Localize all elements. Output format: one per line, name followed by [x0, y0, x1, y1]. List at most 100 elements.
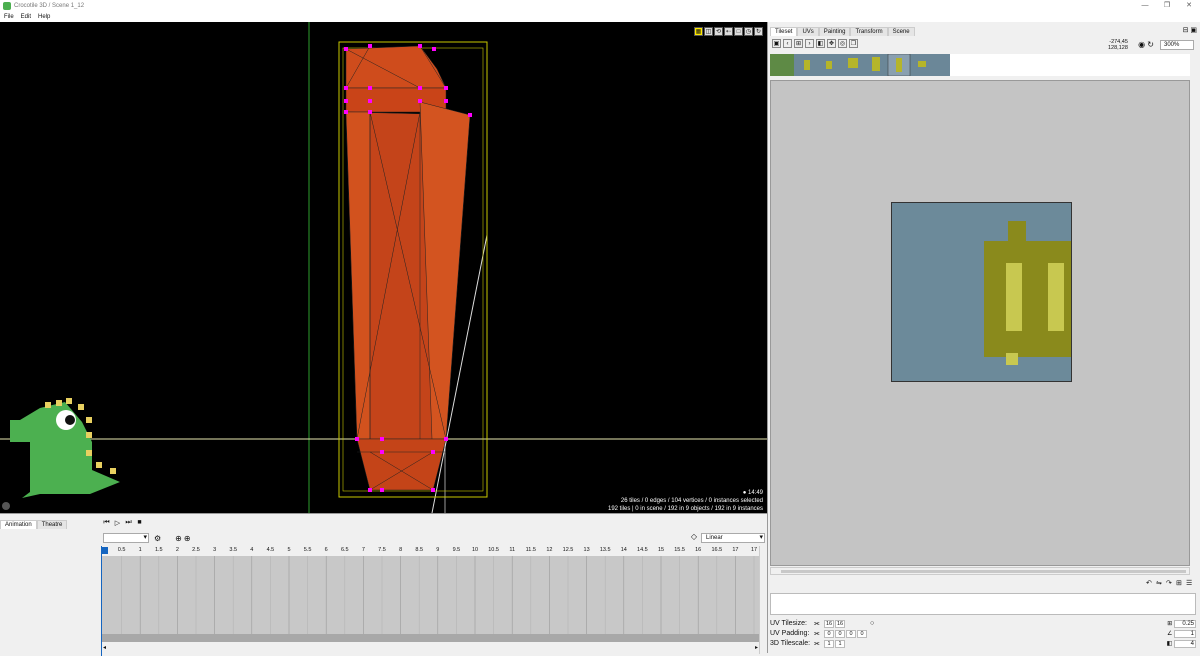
- ruler-tick: 1.5: [154, 547, 163, 553]
- ruler-tick: 12.5: [562, 547, 574, 553]
- minimize-button[interactable]: —: [1134, 0, 1156, 12]
- ruler-tick: 14: [620, 547, 627, 553]
- tile-preview[interactable]: [891, 202, 1072, 382]
- uv-tilesize-x[interactable]: 16: [824, 620, 834, 628]
- menu-help[interactable]: Help: [38, 14, 50, 20]
- play-button[interactable]: ▷: [113, 519, 122, 527]
- grid-icon-small: ⊞: [1167, 621, 1173, 627]
- right-panel: Tileset UVs Painting Transform Scene ⊟ ▣…: [767, 22, 1200, 653]
- ruler-tick: 11.5: [525, 547, 536, 553]
- link-icon[interactable]: ⫘: [814, 639, 824, 649]
- value-0[interactable]: 0.25: [1174, 620, 1196, 628]
- timeline-scrollbar[interactable]: ◂ ▸: [102, 642, 759, 656]
- playhead[interactable]: [102, 547, 108, 554]
- link-icon[interactable]: ⫘: [814, 619, 824, 629]
- ruler-tick: 2.5: [192, 547, 200, 553]
- tab-scene[interactable]: Scene: [887, 27, 915, 36]
- toggle-circle-icon[interactable]: ○: [870, 619, 874, 629]
- uv-padding-2[interactable]: 0: [846, 630, 856, 638]
- clock-icon[interactable]: ◷: [744, 27, 753, 36]
- value-1[interactable]: 1: [1174, 630, 1196, 638]
- tileset-strip[interactable]: [770, 54, 1190, 76]
- tileset-thumbnails[interactable]: [770, 54, 950, 76]
- close-button[interactable]: ✕: [1178, 0, 1200, 12]
- ruler-tick: 15: [657, 547, 665, 553]
- last-frame-button[interactable]: ⏭: [124, 519, 133, 527]
- ruler-tick: 16: [695, 547, 702, 553]
- scroll-left-icon[interactable]: ◂: [103, 644, 106, 651]
- ruler-tick: 10: [471, 547, 479, 553]
- tiles-icon[interactable]: ⊞: [794, 39, 803, 48]
- viewer-hscroll[interactable]: [770, 567, 1190, 575]
- stop-button[interactable]: ■: [135, 519, 144, 527]
- ruler-tick: 6: [324, 547, 328, 553]
- keyframe-remove-icon[interactable]: ⊕: [184, 534, 191, 543]
- image-icon[interactable]: ▣: [772, 39, 781, 48]
- settings-icon[interactable]: ⚙: [154, 534, 161, 543]
- tileset-viewer[interactable]: [770, 80, 1190, 566]
- ruler-tick: 7: [361, 547, 365, 553]
- move-icon[interactable]: ✥: [827, 39, 836, 48]
- scroll-right-icon[interactable]: ▸: [755, 644, 758, 651]
- tilescale-x[interactable]: 1: [824, 640, 834, 648]
- back-icon[interactable]: ⇠: [724, 27, 733, 36]
- keyframe-add-icon[interactable]: ⊕: [175, 534, 182, 543]
- tilescale-y[interactable]: 1: [835, 640, 845, 648]
- refresh-icon[interactable]: ◉ ↻: [1138, 40, 1154, 49]
- target-icon[interactable]: ◎: [838, 39, 847, 48]
- cursor-coords: -274,45 128,128: [1108, 39, 1128, 51]
- tab-animation[interactable]: Animation: [0, 520, 37, 529]
- zoom-select[interactable]: 300%: [1160, 40, 1194, 50]
- add-icon[interactable]: ⊞: [1176, 579, 1184, 587]
- uv-padding-3[interactable]: 0: [857, 630, 867, 638]
- tab-tileset[interactable]: Tileset: [770, 27, 798, 36]
- menu-file[interactable]: File: [4, 14, 14, 20]
- animation-select[interactable]: [103, 533, 149, 543]
- rotate-right-icon[interactable]: ↷: [1166, 579, 1174, 587]
- first-frame-button[interactable]: ⏮: [102, 519, 111, 527]
- tab-transform[interactable]: Transform: [850, 27, 888, 36]
- uv-padding-0[interactable]: 0: [824, 630, 834, 638]
- uv-tilesize-y[interactable]: 16: [835, 620, 845, 628]
- frame-icon[interactable]: ◧: [816, 39, 825, 48]
- rotate-icon[interactable]: ⟲: [714, 27, 723, 36]
- timeline[interactable]: 0.5 1 1.5 2 2.5 3 3.5 4 4.5 5 5.5 6 6.5 7 7.5 8 8.5 9 9.5 1…: [101, 546, 759, 656]
- timeline-vscroll[interactable]: [759, 546, 767, 654]
- ruler-tick: 15.5: [674, 547, 685, 553]
- camera-icon[interactable]: ◫: [704, 27, 713, 36]
- 3d-viewport[interactable]: ▦ ◫ ⟲ ⇠ □ ◷ ↻ ● 14:49 26 tiles / 0 edges…: [0, 22, 767, 513]
- link-icon[interactable]: ⫘: [814, 629, 824, 639]
- uv-padding-label: UV Padding:: [770, 630, 810, 637]
- uv-padding-1[interactable]: 0: [835, 630, 845, 638]
- ruler-tick: 4.5: [266, 547, 275, 553]
- box-icon[interactable]: □: [734, 27, 743, 36]
- uv-tilesize-row: UV Tilesize: ⫘ 16 16 ○: [770, 619, 874, 629]
- list-icon[interactable]: ☰: [1186, 579, 1194, 587]
- ruler-tick: 1: [138, 547, 142, 553]
- scroll-thumb[interactable]: [781, 570, 1186, 573]
- viewer-vscroll[interactable]: [1192, 80, 1200, 566]
- ruler-tick: 4: [250, 547, 254, 553]
- panel-window-buttons[interactable]: ⊟ ▣: [1183, 26, 1197, 34]
- flip-icon[interactable]: ⇋: [1156, 579, 1164, 587]
- grid-icon[interactable]: ▦: [694, 27, 703, 36]
- keyframe-diamond-icon[interactable]: ◇: [691, 532, 697, 541]
- maximize-button[interactable]: ❐: [1156, 0, 1178, 12]
- value-2[interactable]: 4: [1174, 640, 1196, 648]
- scene-canvas[interactable]: [0, 22, 767, 513]
- tab-uvs[interactable]: UVs: [797, 27, 819, 36]
- ruler-tick: 13: [583, 547, 590, 553]
- tab-theatre[interactable]: Theatre: [36, 520, 68, 529]
- timeline-ruler[interactable]: 0.5 1 1.5 2 2.5 3 3.5 4 4.5 5 5.5 6 6.5 7 7.5 8 8.5 9 9.5 1…: [102, 546, 759, 556]
- tile-image: [892, 203, 1071, 381]
- interpolation-select[interactable]: Linear: [701, 533, 765, 543]
- copy-icon[interactable]: ❐: [849, 39, 858, 48]
- sync-icon[interactable]: ↻: [754, 27, 763, 36]
- menu-edit[interactable]: Edit: [21, 14, 31, 20]
- window-controls: — ❐ ✕: [1134, 0, 1200, 12]
- prev-icon[interactable]: ‹: [783, 39, 792, 48]
- next-icon[interactable]: ›: [805, 39, 814, 48]
- tab-painting[interactable]: Painting: [818, 27, 851, 36]
- ruler-tick: 9.5: [452, 547, 461, 553]
- rotate-left-icon[interactable]: ↶: [1146, 579, 1154, 587]
